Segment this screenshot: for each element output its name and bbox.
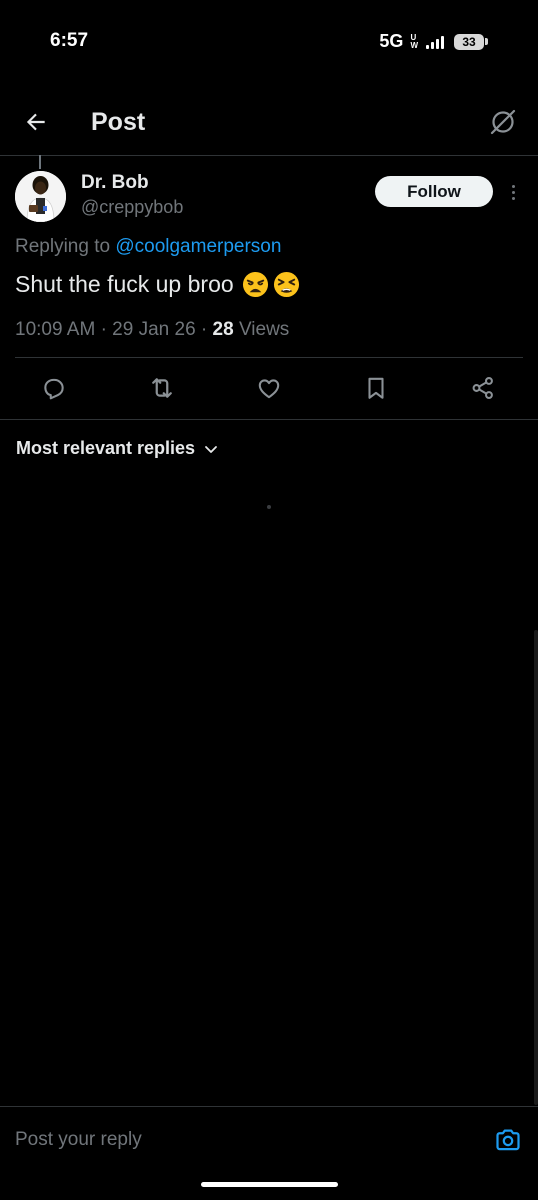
page-title: Post (91, 108, 146, 136)
repost-button[interactable] (146, 372, 178, 404)
author-name[interactable]: Dr. Bob (81, 172, 149, 194)
heart-icon (258, 379, 280, 399)
post-text-content: Shut the fuck up broo (15, 271, 234, 297)
arrow-left-icon (26, 113, 45, 131)
reply-bar-divider (0, 1106, 538, 1107)
network-sub-label: U W (410, 32, 418, 50)
views-count: 28 (212, 319, 234, 340)
home-indicator[interactable] (201, 1182, 338, 1187)
header-divider (0, 155, 538, 156)
bookmark-icon (368, 377, 384, 399)
battery-level: 33 (454, 33, 484, 50)
author-handle[interactable]: @creppybob (81, 197, 183, 218)
reply-button[interactable] (38, 372, 70, 404)
camera-button[interactable] (493, 1125, 523, 1155)
post-date: 29 Jan 26 (112, 319, 196, 340)
status-time: 6:57 (50, 30, 89, 51)
chevron-down-icon (205, 445, 217, 453)
avatar[interactable] (15, 171, 66, 222)
actions-divider-top (15, 357, 523, 358)
loading-indicator (267, 505, 271, 509)
replies-sort-label: Most relevant replies (16, 438, 196, 458)
back-button[interactable] (20, 106, 52, 138)
actions-divider-bottom (0, 419, 538, 420)
reply-input[interactable] (15, 1120, 475, 1160)
signal-icon (426, 35, 444, 49)
battery-icon: 33 (454, 33, 488, 50)
replying-prefix: Replying to (15, 236, 116, 257)
views-label: Views (238, 319, 290, 340)
more-options-icon[interactable] (505, 180, 521, 204)
post-time: 10:09 AM (15, 319, 96, 340)
status-icons: 5G U W 33 (379, 31, 488, 52)
post-metadata: 10:09 AM · 29 Jan 26 · 28 Views (15, 319, 290, 340)
replies-sort-dropdown[interactable]: Most relevant replies (16, 438, 219, 459)
replying-to: Replying to @coolgamerperson (15, 236, 281, 258)
camera-icon (496, 1129, 520, 1151)
thread-connector (39, 155, 41, 169)
weary-face-icon (242, 271, 268, 298)
share-button[interactable] (467, 372, 499, 404)
follow-button[interactable]: Follow (375, 176, 493, 207)
scrollbar[interactable] (534, 630, 538, 1105)
share-icon (472, 377, 493, 399)
bookmark-button[interactable] (360, 372, 392, 404)
repost-icon (152, 378, 172, 398)
replying-to-link[interactable]: @coolgamerperson (115, 236, 281, 257)
post-text: Shut the fuck up broo (15, 271, 300, 298)
grok-button[interactable] (486, 105, 520, 139)
avatar-image (15, 171, 66, 222)
like-button[interactable] (253, 372, 285, 404)
grok-icon (490, 109, 516, 135)
network-label: 5G (379, 31, 404, 51)
tired-face-icon (273, 271, 299, 298)
reply-icon (44, 378, 64, 400)
